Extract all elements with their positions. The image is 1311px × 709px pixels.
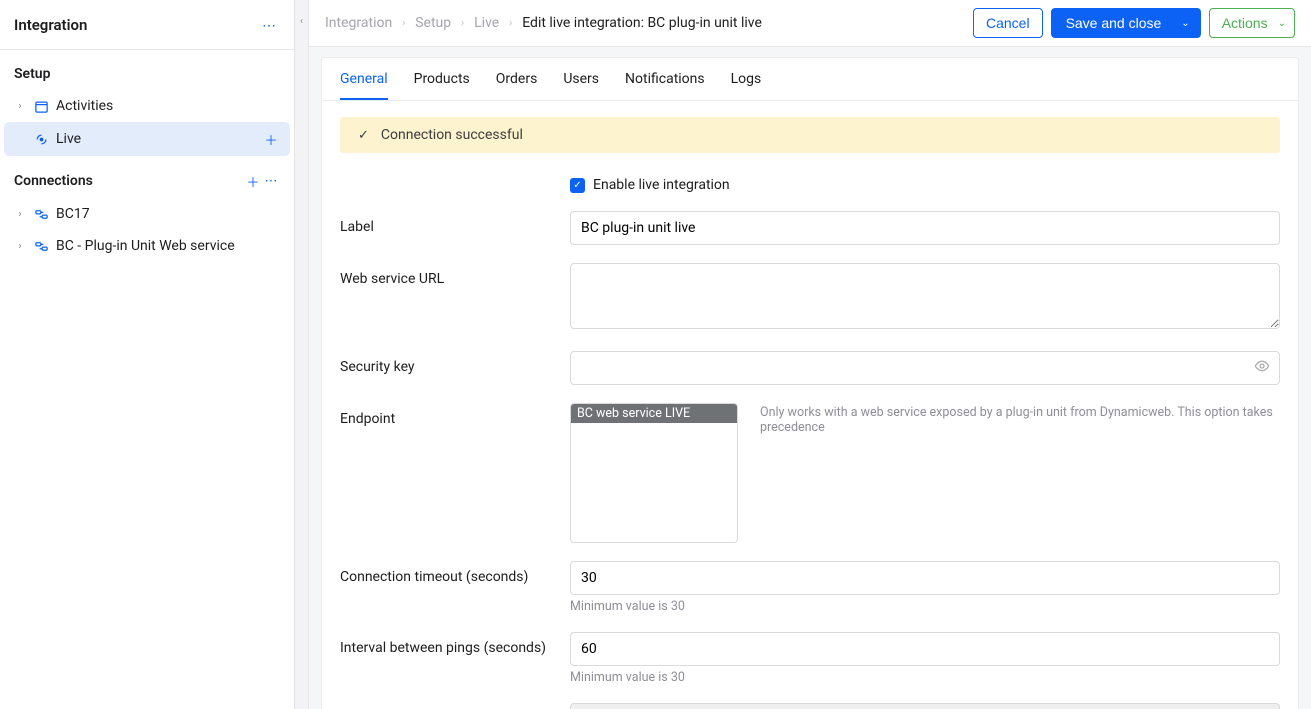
alert-text: Connection successful (381, 127, 523, 143)
sidebar-item-bc17[interactable]: › BC17 (4, 198, 290, 230)
chevron-right-icon: › (14, 241, 26, 252)
connections-more-icon[interactable]: ⋯ (262, 172, 280, 190)
add-live-button[interactable]: ＋ (262, 130, 280, 148)
tab-products[interactable]: Products (414, 58, 470, 100)
breadcrumb: Integration › Setup › Live › Edit live i… (325, 15, 762, 31)
label-field-label: Label (340, 211, 570, 235)
broadcast-icon (32, 132, 50, 147)
chevron-right-icon: › (14, 209, 26, 220)
enable-live-checkbox[interactable]: ✓ (570, 178, 585, 193)
endpoint-label: Endpoint (340, 403, 570, 427)
shop-select[interactable]: BC17 (570, 703, 1280, 709)
sidebar-item-label: Live (56, 131, 81, 147)
sidebar-more-icon[interactable]: ⋯ (258, 14, 280, 36)
endpoint-selected-item[interactable]: BC web service LIVE (571, 404, 737, 423)
sidebar-item-label: BC - Plug-in Unit Web service (56, 238, 235, 254)
crumb-current: Edit live integration: BC plug-in unit l… (522, 15, 762, 31)
label-input[interactable] (570, 211, 1280, 245)
chevron-right-icon: › (14, 101, 26, 112)
security-key-input[interactable] (570, 351, 1280, 385)
ping-help: Minimum value is 30 (570, 670, 1280, 685)
sidebar-title: Integration (14, 16, 87, 34)
tab-orders[interactable]: Orders (496, 58, 538, 100)
alert-success: ✓ Connection successful (340, 117, 1280, 153)
wsurl-label: Web service URL (340, 263, 570, 287)
tab-bar: General Products Orders Users Notificati… (322, 58, 1298, 101)
ping-input[interactable] (570, 632, 1280, 666)
chevron-right-icon: › (509, 18, 512, 29)
sidebar-item-bc-plugin[interactable]: › BC - Plug-in Unit Web service (4, 230, 290, 262)
chevron-down-icon: ⌄ (1278, 18, 1286, 29)
wsurl-textarea[interactable] (570, 263, 1280, 329)
tab-notifications[interactable]: Notifications (625, 58, 705, 100)
chevron-right-icon: › (461, 18, 464, 29)
shop-label: Shop (340, 703, 570, 709)
calendar-outline-icon (32, 99, 50, 114)
chevron-down-icon: ⌄ (1181, 18, 1189, 29)
tab-users[interactable]: Users (563, 58, 599, 100)
collapse-sidebar-handle[interactable]: ‹ (295, 0, 309, 709)
setup-section-title: Setup (14, 66, 50, 82)
timeout-help: Minimum value is 30 (570, 599, 1280, 614)
ping-label: Interval between pings (seconds) (340, 632, 570, 656)
timeout-label: Connection timeout (seconds) (340, 561, 570, 585)
eye-icon[interactable] (1254, 358, 1270, 378)
endpoint-help-text: Only works with a web service exposed by… (760, 403, 1280, 435)
actions-button[interactable]: Actions ⌄ (1209, 8, 1295, 38)
save-button[interactable]: Save and close ⌄ (1051, 8, 1201, 38)
actions-button-label: Actions (1222, 15, 1268, 31)
check-icon: ✓ (358, 128, 369, 143)
sidebar-item-label: Activities (56, 98, 113, 114)
crumb-setup[interactable]: Setup (415, 15, 451, 31)
endpoint-listbox[interactable]: BC web service LIVE (570, 403, 738, 543)
sidebar-item-label: BC17 (56, 206, 90, 222)
connections-section-title: Connections (14, 173, 93, 189)
timeout-input[interactable] (570, 561, 1280, 595)
sidebar-item-activities[interactable]: › Activities (4, 90, 290, 122)
chevron-left-icon: ‹ (300, 16, 303, 27)
enable-live-label: Enable live integration (593, 177, 730, 193)
crumb-live[interactable]: Live (474, 15, 499, 31)
tab-logs[interactable]: Logs (731, 58, 762, 100)
add-connection-button[interactable]: ＋ (244, 172, 262, 190)
chevron-right-icon: › (402, 18, 405, 29)
crumb-integration[interactable]: Integration (325, 15, 392, 31)
link-icon (32, 239, 50, 254)
tab-general[interactable]: General (340, 58, 388, 100)
link-icon (32, 207, 50, 222)
sidebar-item-live[interactable]: Live ＋ (4, 122, 290, 156)
save-button-label: Save and close (1066, 15, 1162, 31)
cancel-button[interactable]: Cancel (973, 8, 1043, 38)
seckey-label: Security key (340, 351, 570, 375)
